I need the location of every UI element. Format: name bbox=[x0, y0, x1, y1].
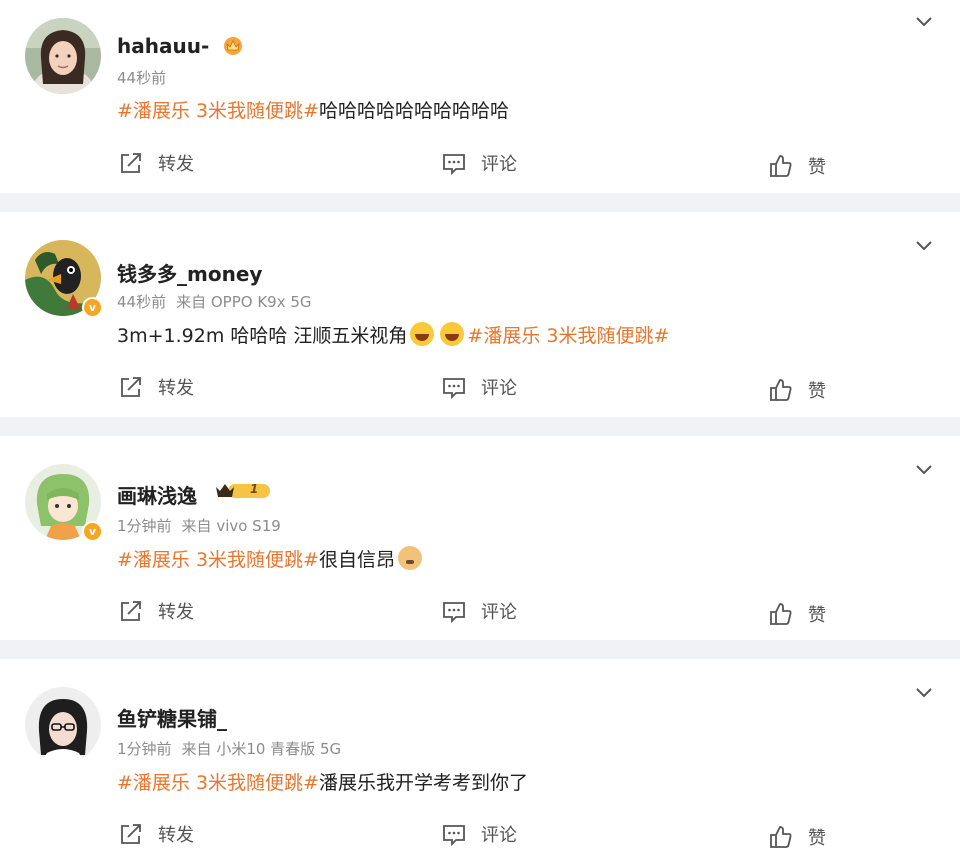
post-content: #潘展乐 3米我随便跳#很自信昂 bbox=[117, 545, 425, 572]
chevron-down-icon[interactable] bbox=[914, 460, 934, 480]
like-label: 赞 bbox=[808, 605, 826, 626]
avatar[interactable] bbox=[25, 18, 101, 94]
topic-link[interactable]: #潘展乐 3米我随便跳# bbox=[117, 100, 319, 122]
like-button[interactable]: 赞 bbox=[768, 599, 826, 629]
like-button[interactable]: 赞 bbox=[768, 151, 826, 181]
comment-button[interactable]: 评论 bbox=[441, 148, 517, 178]
post-card: v 画琳浅逸 1 1分钟前 来自 vivo S19 #潘展乐 3米我随便跳#很自信… bbox=[0, 436, 960, 640]
post-content: 3m+1.92m 哈哈哈 汪顺五米视角 #潘展乐 3米我随便跳# bbox=[117, 321, 669, 348]
like-label: 赞 bbox=[808, 157, 826, 178]
comment-icon bbox=[443, 602, 465, 624]
username[interactable]: 画琳浅逸 1 bbox=[117, 480, 272, 509]
repost-label: 转发 bbox=[158, 378, 194, 399]
repost-icon bbox=[121, 377, 141, 397]
like-icon bbox=[770, 603, 792, 625]
repost-label: 转发 bbox=[158, 602, 194, 623]
verified-badge: v bbox=[82, 521, 103, 542]
crown-icon bbox=[215, 484, 270, 498]
post-text: 哈哈哈哈哈哈哈哈哈哈 bbox=[318, 100, 509, 122]
comment-icon bbox=[443, 825, 465, 847]
post-source: 来自 OPPO K9x 5G bbox=[176, 293, 312, 311]
post-content: #潘展乐 3米我随便跳#哈哈哈哈哈哈哈哈哈哈 bbox=[117, 96, 509, 123]
post-meta: 1分钟前 来自 小米10 青春版 5G bbox=[117, 738, 341, 759]
crown-badge-icon bbox=[224, 37, 243, 55]
chevron-down-icon[interactable] bbox=[914, 236, 934, 256]
comment-label: 评论 bbox=[481, 602, 517, 623]
repost-button[interactable]: 转发 bbox=[118, 596, 194, 626]
comment-label: 评论 bbox=[481, 154, 517, 175]
repost-label: 转发 bbox=[158, 154, 194, 175]
vip-level-badge: 1 bbox=[214, 481, 272, 501]
like-icon bbox=[770, 155, 792, 177]
chevron-down-icon[interactable] bbox=[914, 12, 934, 32]
chevron-down-icon[interactable] bbox=[914, 683, 934, 703]
like-button[interactable]: 赞 bbox=[768, 375, 826, 405]
repost-icon bbox=[121, 153, 141, 173]
comment-button[interactable]: 评论 bbox=[441, 819, 517, 849]
comment-icon bbox=[443, 378, 465, 400]
post-card: v 钱多多_money 44秒前 来自 OPPO K9x 5G 3m+1.92m … bbox=[0, 212, 960, 417]
vip-level: 1 bbox=[249, 482, 259, 496]
username[interactable]: 鱼铲糖果铺_ bbox=[117, 703, 227, 732]
post-time: 1分钟前 bbox=[117, 740, 172, 758]
like-icon bbox=[770, 379, 792, 401]
action-bar: 转发 评论 赞 bbox=[0, 819, 960, 849]
doge-emoji bbox=[397, 546, 422, 570]
action-bar: 转发 评论 赞 bbox=[0, 596, 960, 626]
action-bar: 转发 评论 赞 bbox=[0, 372, 960, 402]
comment-label: 评论 bbox=[481, 378, 517, 399]
avatar[interactable] bbox=[25, 687, 101, 763]
post-meta: 44秒前 bbox=[117, 67, 166, 88]
post-card: 鱼铲糖果铺_ 1分钟前 来自 小米10 青春版 5G #潘展乐 3米我随便跳#潘展… bbox=[0, 659, 960, 867]
post-meta: 1分钟前 来自 vivo S19 bbox=[117, 515, 281, 536]
like-button[interactable]: 赞 bbox=[768, 822, 826, 852]
like-label: 赞 bbox=[808, 828, 826, 849]
repost-button[interactable]: 转发 bbox=[118, 819, 194, 849]
post-card: hahauu- 44秒前 #潘展乐 3米我随便跳#哈哈哈哈哈哈哈哈哈哈 转发 评… bbox=[0, 0, 960, 193]
username[interactable]: hahauu- bbox=[117, 34, 244, 58]
repost-button[interactable]: 转发 bbox=[118, 372, 194, 402]
repost-label: 转发 bbox=[158, 825, 194, 846]
post-time: 44秒前 bbox=[117, 293, 167, 311]
post-content: #潘展乐 3米我随便跳#潘展乐我开学考考到你了 bbox=[117, 768, 528, 795]
post-text: 3m+1.92m 哈哈哈 汪顺五米视角 bbox=[117, 325, 408, 347]
weibo-comment-feed: hahauu- 44秒前 #潘展乐 3米我随便跳#哈哈哈哈哈哈哈哈哈哈 转发 评… bbox=[0, 0, 960, 867]
post-source: 来自 vivo S19 bbox=[181, 517, 281, 535]
topic-link[interactable]: #潘展乐 3米我随便跳# bbox=[117, 772, 319, 794]
post-time: 44秒前 bbox=[117, 69, 167, 87]
post-time: 1分钟前 bbox=[117, 517, 172, 535]
action-bar: 转发 评论 赞 bbox=[0, 148, 960, 178]
laugh-cry-emoji bbox=[440, 322, 465, 346]
comment-label: 评论 bbox=[481, 825, 517, 846]
laugh-cry-emoji bbox=[410, 322, 435, 346]
post-text: 潘展乐我开学考考到你了 bbox=[318, 772, 528, 794]
topic-link[interactable]: #潘展乐 3米我随便跳# bbox=[467, 325, 669, 347]
like-label: 赞 bbox=[808, 381, 826, 402]
avatar[interactable]: v bbox=[25, 240, 103, 318]
avatar[interactable]: v bbox=[25, 464, 103, 542]
comment-button[interactable]: 评论 bbox=[441, 596, 517, 626]
like-icon bbox=[770, 826, 792, 848]
verified-badge: v bbox=[82, 297, 103, 318]
username[interactable]: 钱多多_money bbox=[117, 258, 262, 287]
comment-button[interactable]: 评论 bbox=[441, 372, 517, 402]
topic-link[interactable]: #潘展乐 3米我随便跳# bbox=[117, 549, 319, 571]
repost-icon bbox=[121, 601, 141, 621]
post-source: 来自 小米10 青春版 5G bbox=[181, 740, 342, 758]
comment-icon bbox=[443, 154, 465, 176]
repost-button[interactable]: 转发 bbox=[118, 148, 194, 178]
post-text: 很自信昂 bbox=[318, 549, 395, 571]
post-meta: 44秒前 来自 OPPO K9x 5G bbox=[117, 291, 312, 312]
repost-icon bbox=[121, 824, 141, 844]
